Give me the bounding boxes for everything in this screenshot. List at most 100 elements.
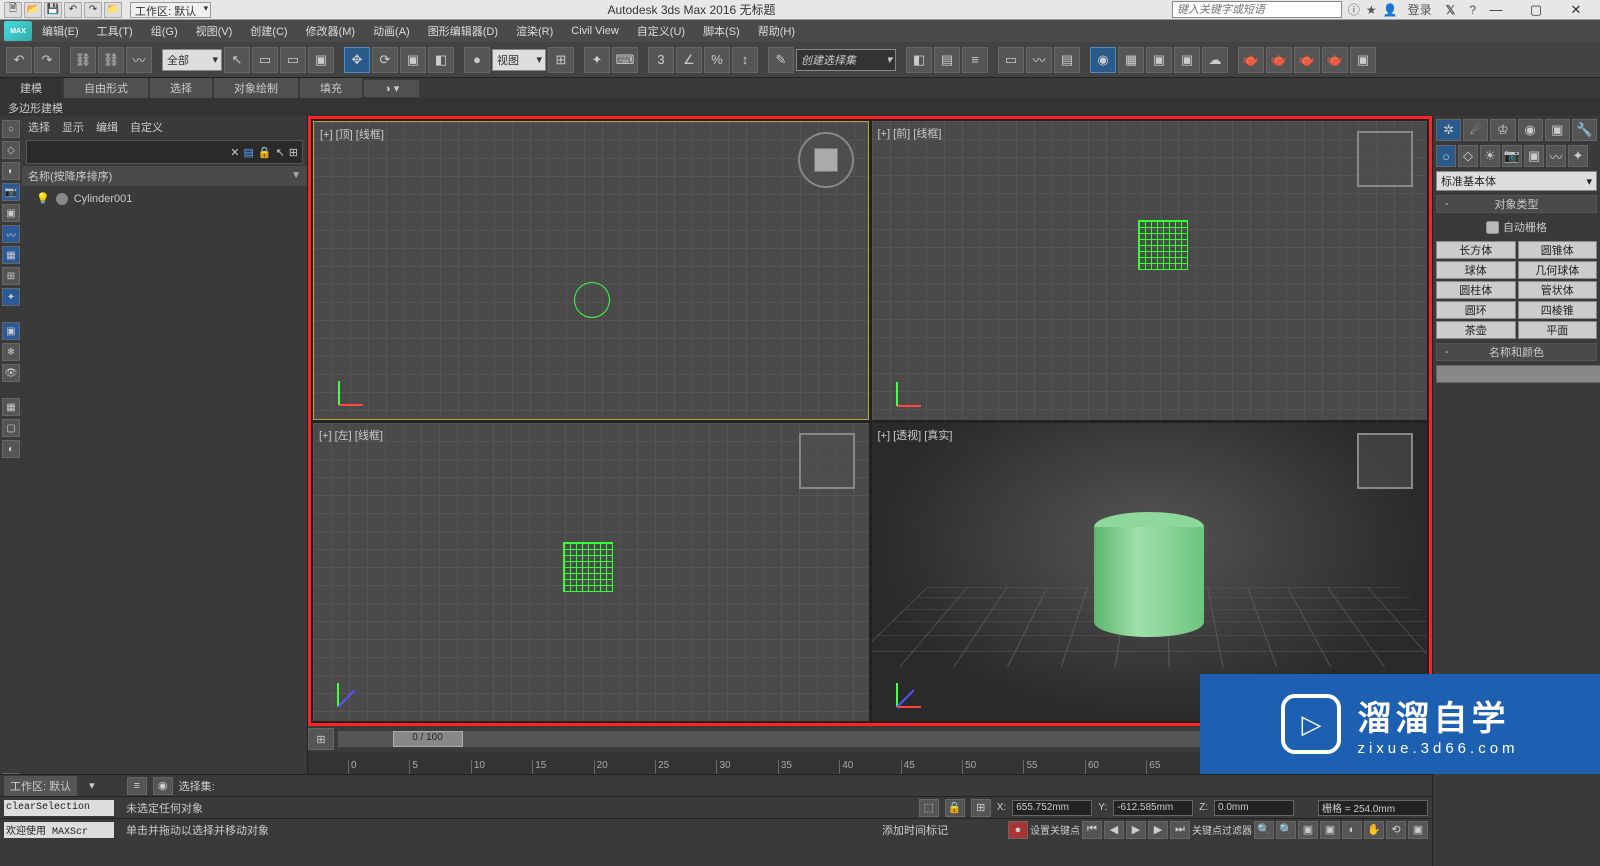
qat-redo-icon[interactable]: ↷ <box>84 2 102 18</box>
scene-menu-display[interactable]: 显示 <box>62 119 84 135</box>
prim-teapot-button[interactable]: 茶壶 <box>1436 321 1516 339</box>
scene-menu-select[interactable]: 选择 <box>28 119 50 135</box>
display-containers-icon[interactable]: ▣ <box>2 322 20 340</box>
qat-undo-icon[interactable]: ↶ <box>64 2 82 18</box>
script-listener-2[interactable]: 欢迎使用 MAXScr <box>4 822 114 838</box>
minimize-button[interactable]: — <box>1476 1 1516 19</box>
menu-grapheditors[interactable]: 图形编辑器(D) <box>420 21 506 41</box>
help-search-input[interactable] <box>1172 1 1342 18</box>
display-shapes-icon[interactable]: ◇ <box>2 141 20 159</box>
user-icon[interactable]: 👤 <box>1383 3 1398 17</box>
menu-animation[interactable]: 动画(A) <box>365 21 418 41</box>
scene-menu-customize[interactable]: 自定义 <box>130 119 163 135</box>
maximize-viewport-icon[interactable]: ▣ <box>1408 821 1428 839</box>
z-coord-input[interactable]: 0.0mm <box>1214 800 1294 816</box>
select-place-icon[interactable]: ◧ <box>428 47 454 73</box>
qat-project-icon[interactable]: 📁 <box>104 2 122 18</box>
pan-icon[interactable]: ✋ <box>1364 821 1384 839</box>
utilities-tab-icon[interactable]: 🔧 <box>1572 119 1597 141</box>
lightbulb-icon[interactable]: 💡 <box>36 192 50 205</box>
mirror-icon[interactable]: ◧ <box>906 47 932 73</box>
expand-icon[interactable]: ⊞ <box>289 146 298 159</box>
rollout-name-color[interactable]: -名称和颜色 <box>1436 343 1597 361</box>
display-none-icon[interactable]: ▢ <box>2 419 20 437</box>
keyfilter-label[interactable]: 关键点过滤器 <box>1192 822 1252 837</box>
viewcube[interactable] <box>799 433 855 489</box>
layer-manager-icon[interactable]: ≡ <box>962 47 988 73</box>
select-scale-icon[interactable]: ▣ <box>400 47 426 73</box>
display-cameras-icon[interactable]: 📷 <box>2 183 20 201</box>
render-setup-icon[interactable]: ▦ <box>1118 47 1144 73</box>
menu-customize[interactable]: 自定义(U) <box>629 21 693 41</box>
spinner-snap-icon[interactable]: ↕ <box>732 47 758 73</box>
undo-icon[interactable]: ↶ <box>6 47 32 73</box>
rendered-frame-icon[interactable]: ▣ <box>1146 47 1172 73</box>
zoom-extents-all-icon[interactable]: ▣ <box>1320 821 1340 839</box>
y-coord-input[interactable]: -612.585mm <box>1113 800 1193 816</box>
ribbon-expand-icon[interactable]: ◑ ▾ <box>364 80 419 97</box>
maximize-button[interactable]: ▢ <box>1516 1 1556 19</box>
play-icon[interactable]: ▶ <box>1126 821 1146 839</box>
scene-column-name[interactable]: 名称(按降序排序) ▼ <box>22 166 307 186</box>
menu-modifiers[interactable]: 修改器(M) <box>298 21 364 41</box>
display-tab-icon[interactable]: ▣ <box>1545 119 1570 141</box>
ribbon-tab-populate[interactable]: 填充 <box>300 78 362 98</box>
scene-menu-edit[interactable]: 编缉 <box>96 119 118 135</box>
prim-cone-button[interactable]: 圆锥体 <box>1518 241 1598 259</box>
use-center-icon[interactable]: ⊞ <box>548 47 574 73</box>
cameras-subtab-icon[interactable]: 📷 <box>1502 145 1522 167</box>
viewport-front[interactable]: [+] [前] [线框] <box>872 121 1428 420</box>
menu-create[interactable]: 创建(C) <box>242 21 295 41</box>
prim-torus-button[interactable]: 圆环 <box>1436 301 1516 319</box>
prim-pyramid-button[interactable]: 四棱锥 <box>1518 301 1598 319</box>
exchange-icon[interactable]: 𝕏 <box>1446 3 1456 17</box>
render-production-icon[interactable]: 🫖 <box>1238 47 1264 73</box>
qat-open-icon[interactable]: 📂 <box>24 2 42 18</box>
display-bones-icon[interactable]: ✦ <box>2 288 20 306</box>
schematic-view-icon[interactable]: ▤ <box>1054 47 1080 73</box>
ribbon-panel-polymod[interactable]: 多边形建模 <box>0 98 1600 116</box>
render-iterative-icon[interactable]: ▣ <box>1174 47 1200 73</box>
autokey-button[interactable]: ● <box>1008 821 1028 839</box>
unlink-icon[interactable]: ⛓ <box>98 47 124 73</box>
object-name-input[interactable] <box>1436 365 1600 383</box>
link-icon[interactable]: ⛓ <box>70 47 96 73</box>
snap-toggle-icon[interactable]: 3 <box>648 47 674 73</box>
qat-save-icon[interactable]: 💾 <box>44 2 62 18</box>
viewcube[interactable] <box>1357 433 1413 489</box>
orbit-icon[interactable]: ⟲ <box>1386 821 1406 839</box>
display-groups-icon[interactable]: ▦ <box>2 246 20 264</box>
display-spacewarps-icon[interactable]: 〰 <box>2 225 20 243</box>
systems-subtab-icon[interactable]: ✦ <box>1568 145 1588 167</box>
star-icon[interactable]: ★ <box>1366 3 1377 17</box>
render-output-icon[interactable]: ▣ <box>1350 47 1376 73</box>
display-helpers-icon[interactable]: ▣ <box>2 204 20 222</box>
select-object-icon[interactable]: ↖ <box>224 47 250 73</box>
rollout-object-type[interactable]: -对象类型 <box>1436 195 1597 213</box>
select-move-icon[interactable]: ✥ <box>344 47 370 73</box>
prim-box-button[interactable]: 长方体 <box>1436 241 1516 259</box>
menu-rendering[interactable]: 渲染(R) <box>508 21 561 41</box>
workspace-display[interactable]: 工作区: 默认 <box>4 776 77 796</box>
app-menu-button[interactable]: MAX <box>4 21 32 41</box>
viewport-top[interactable]: [+] [顶] [线框] <box>313 121 869 420</box>
goto-end-icon[interactable]: ⏭ <box>1170 821 1190 839</box>
prim-plane-button[interactable]: 平面 <box>1518 321 1598 339</box>
render-preview-icon[interactable]: 🫖 <box>1266 47 1292 73</box>
redo-icon[interactable]: ↷ <box>34 47 60 73</box>
viewport-label[interactable]: [+] [透视] [真实] <box>878 427 953 443</box>
selection-filter-dropdown[interactable]: 全部 <box>162 49 222 71</box>
helpers-subtab-icon[interactable]: ▣ <box>1524 145 1544 167</box>
menu-tools[interactable]: 工具(T) <box>89 21 141 41</box>
angle-snap-icon[interactable]: ∠ <box>676 47 702 73</box>
prim-tube-button[interactable]: 管状体 <box>1518 281 1598 299</box>
bind-spacewarp-icon[interactable]: 〰 <box>126 47 152 73</box>
isolate-icon[interactable]: ◉ <box>153 777 173 795</box>
display-frozen-icon[interactable]: ❄ <box>2 343 20 361</box>
align-icon[interactable]: ▤ <box>934 47 960 73</box>
time-slider-handle[interactable]: 0 / 100 <box>393 731 463 747</box>
select-by-name-icon[interactable]: ▭ <box>252 47 278 73</box>
close-button[interactable]: ✕ <box>1556 1 1596 19</box>
x-coord-input[interactable]: 655.752mm <box>1012 800 1092 816</box>
qat-new-icon[interactable]: 🗎 <box>4 2 22 18</box>
